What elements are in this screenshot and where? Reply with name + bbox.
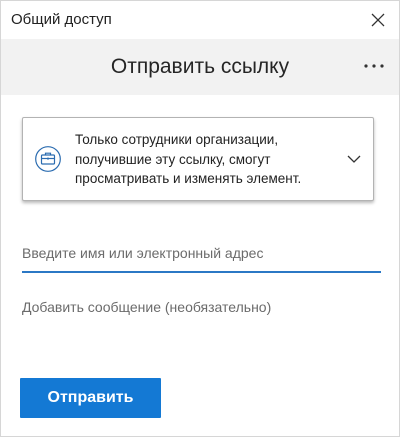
chevron-down-icon	[347, 155, 361, 163]
more-options-button[interactable]	[361, 55, 387, 77]
link-permission-selector[interactable]: Только сотрудники организации, получивши…	[22, 117, 374, 201]
message-field[interactable]	[22, 299, 381, 329]
title-bar: Общий доступ	[1, 1, 399, 39]
window-title: Общий доступ	[11, 11, 112, 28]
close-icon	[371, 13, 385, 27]
share-dialog: Общий доступ Отправить ссылку Только сот…	[0, 0, 400, 437]
recipient-input[interactable]	[22, 235, 381, 273]
dialog-header: Отправить ссылку	[1, 39, 399, 95]
link-permission-text: Только сотрудники организации, получивши…	[75, 132, 302, 186]
close-button[interactable]	[365, 7, 391, 33]
briefcase-icon	[35, 146, 61, 172]
page-title: Отправить ссылку	[110, 55, 290, 78]
more-options-icon	[364, 64, 384, 68]
send-button[interactable]: Отправить	[20, 378, 161, 418]
